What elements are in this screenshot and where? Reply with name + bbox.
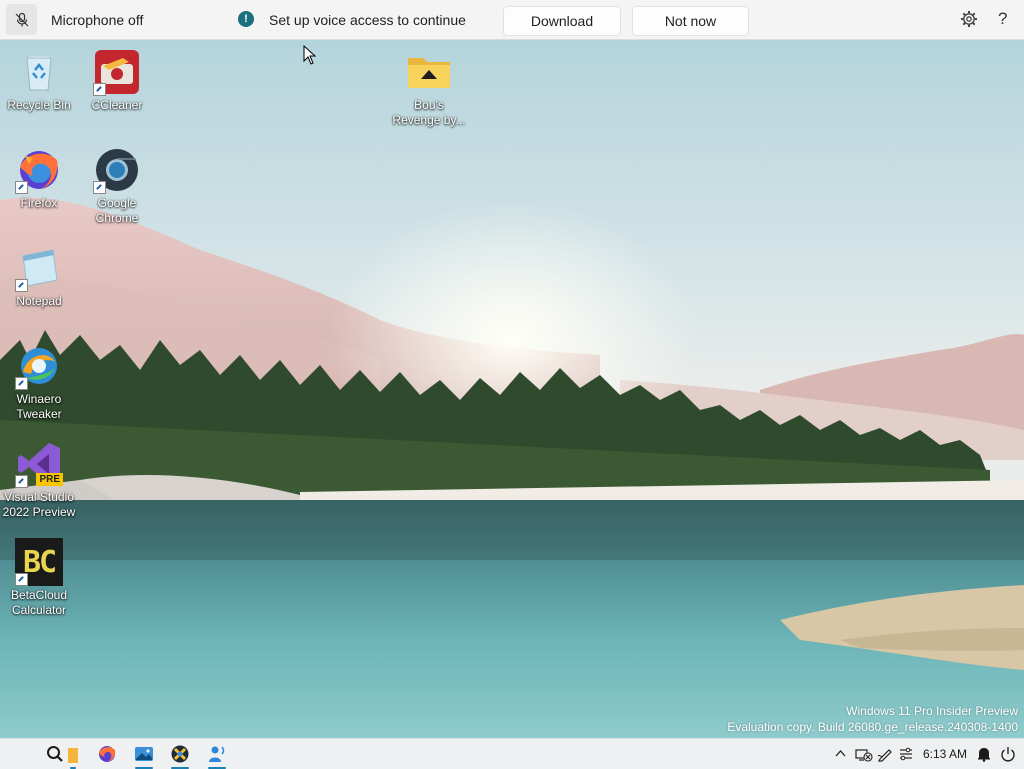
shortcut-arrow-icon <box>15 181 28 194</box>
shortcut-arrow-icon <box>93 181 106 194</box>
desktop-icon-label: Firefox <box>20 196 58 210</box>
shortcut-arrow-icon <box>15 279 28 292</box>
desktop-icon-winaero-tweaker[interactable]: Winaero Tweaker <box>2 342 76 422</box>
taskbar-search-button[interactable] <box>42 742 68 766</box>
help-button[interactable]: ? <box>998 9 1007 29</box>
microphone-status: Microphone off <box>51 12 144 28</box>
desktop-icon-label: Bou's Revenge by... <box>392 98 466 127</box>
shortcut-arrow-icon <box>15 377 28 390</box>
voice-access-bar: Microphone off ! Set up voice access to … <box>0 0 1024 40</box>
desktop-icon-bous-revenge[interactable]: Bou's Revenge by... <box>392 48 466 128</box>
desktop-icon-visual-studio-preview[interactable]: PRE Visual Studio 2022 Preview <box>2 440 76 520</box>
desktop-icon-label: Notepad <box>16 294 62 308</box>
mouse-cursor-icon <box>303 45 317 65</box>
download-button[interactable]: Download <box>503 6 621 36</box>
not-now-button[interactable]: Not now <box>632 6 749 36</box>
desktop-wallpaper <box>0 0 1024 768</box>
pen-icon[interactable] <box>877 746 893 762</box>
preview-badge: PRE <box>36 473 63 486</box>
settings-gear-icon[interactable] <box>960 10 978 28</box>
shortcut-arrow-icon <box>15 475 28 488</box>
recycle-bin-icon <box>26 56 52 91</box>
file-explorer-icon <box>68 748 78 763</box>
info-icon: ! <box>238 11 254 27</box>
voice-settings-icon[interactable] <box>898 746 914 762</box>
desktop-icon-label: Winaero Tweaker <box>16 392 62 421</box>
desktop-icon-betacloud-calculator[interactable]: BC BetaCloud Calculator <box>2 538 76 618</box>
setup-message: Set up voice access to continue <box>269 12 466 28</box>
watermark-edition: Windows 11 Pro Insider Preview <box>846 704 1018 718</box>
windows-watermark: Windows 11 Pro Insider Preview Evaluatio… <box>727 703 1018 735</box>
taskbar-firefox[interactable] <box>94 742 120 766</box>
search-icon <box>47 746 63 762</box>
power-icon[interactable] <box>1000 746 1016 762</box>
folder-icon <box>408 58 450 88</box>
watermark-build: Evaluation copy. Build 26080.ge_release.… <box>727 720 1018 734</box>
desktop-icon-ccleaner[interactable]: CCleaner <box>80 48 154 113</box>
firefox-icon <box>99 746 116 762</box>
voice-access-icon <box>209 746 225 762</box>
notification-bell-icon[interactable] <box>977 746 991 762</box>
chevron-up-icon[interactable] <box>835 749 846 757</box>
betacloud-letters: BC <box>22 544 57 580</box>
shortcut-arrow-icon <box>93 83 106 96</box>
winaero-tweaker-icon <box>171 745 189 763</box>
desktop-icon-label: Google Chrome <box>95 196 139 225</box>
taskbar-voice-access[interactable] <box>204 742 230 769</box>
desktop-icon-label: Visual Studio 2022 Preview <box>2 490 76 519</box>
microphone-off-icon <box>15 12 28 26</box>
taskbar-winaero-tweaker[interactable] <box>167 742 193 769</box>
taskbar-file-explorer[interactable] <box>66 742 80 769</box>
photos-icon <box>135 747 153 761</box>
desktop-icon-label: BetaCloud Calculator <box>10 588 68 617</box>
taskbar-photos[interactable] <box>131 742 157 769</box>
desktop-icon-recycle-bin[interactable]: Recycle Bin <box>2 48 76 113</box>
taskbar-clock[interactable]: 6:13 AM <box>923 747 967 761</box>
shortcut-arrow-icon <box>15 573 28 586</box>
desktop-icon-notepad[interactable]: Notepad <box>2 244 76 309</box>
desktop-icon-label: CCleaner <box>91 98 143 112</box>
microphone-toggle-button[interactable] <box>6 4 37 35</box>
desktop-icon-label: Recycle Bin <box>7 98 71 112</box>
desktop-icon-google-chrome[interactable]: Google Chrome <box>80 146 154 226</box>
network-disconnected-icon[interactable] <box>855 746 873 762</box>
desktop-icon-firefox[interactable]: Firefox <box>2 146 76 211</box>
taskbar: 6:13 AM <box>0 738 1024 769</box>
